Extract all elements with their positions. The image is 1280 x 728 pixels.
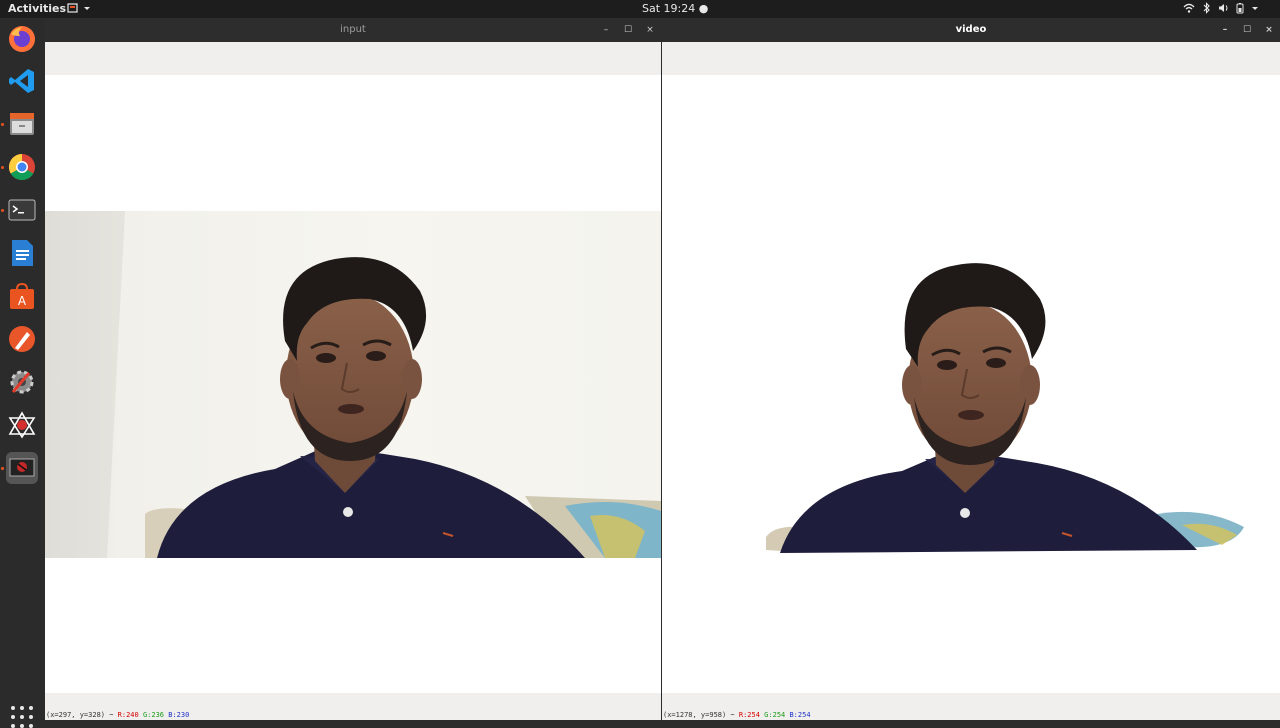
wifi-icon bbox=[1183, 3, 1195, 13]
clock[interactable]: Sat 19:24 ● bbox=[642, 2, 708, 15]
window-toolbar bbox=[45, 42, 661, 76]
running-indicator bbox=[1, 166, 4, 169]
firefox-icon bbox=[9, 26, 35, 52]
pixel-readout: (x=297, y=328) ~ R:240 G:236 B:230 bbox=[46, 711, 189, 719]
video-image-canvas[interactable] bbox=[662, 75, 1280, 693]
dock: A bbox=[0, 18, 45, 728]
chevron-down-icon bbox=[1252, 7, 1258, 10]
vscode-icon bbox=[9, 69, 34, 93]
pixel-readout: (x=1278, y=958) ~ R:254 G:254 B:254 bbox=[663, 711, 811, 719]
chrome-launcher[interactable] bbox=[6, 151, 38, 183]
minimize-button[interactable]: – bbox=[601, 18, 611, 42]
network-launcher[interactable] bbox=[6, 409, 38, 441]
blue-value: B:254 bbox=[789, 711, 811, 719]
cursor-coordinates: (x=297, y=328) ~ bbox=[46, 711, 114, 719]
camera-app-launcher[interactable] bbox=[6, 452, 38, 484]
terminal-icon bbox=[8, 199, 36, 221]
webcam-frame bbox=[45, 211, 661, 558]
running-indicator bbox=[1, 209, 4, 212]
show-applications-button[interactable] bbox=[11, 706, 33, 728]
inkscape-launcher[interactable] bbox=[6, 323, 38, 355]
writer-launcher[interactable] bbox=[6, 237, 38, 269]
window-toolbar bbox=[662, 42, 1280, 76]
battery-icon bbox=[1236, 3, 1244, 14]
person-photo bbox=[45, 211, 661, 558]
files-icon bbox=[10, 113, 34, 135]
system-tray[interactable] bbox=[1182, 2, 1272, 17]
blue-value: B:230 bbox=[168, 711, 190, 719]
window-title: video bbox=[955, 24, 987, 35]
tools-icon bbox=[10, 370, 34, 394]
video-window: video – ☐ × (x=1278, y=958) ~ R:254 G:25… bbox=[662, 18, 1280, 720]
terminal-launcher[interactable] bbox=[6, 194, 38, 226]
svg-text:A: A bbox=[18, 294, 27, 308]
cursor-coordinates: (x=1278, y=958) ~ bbox=[663, 711, 735, 719]
vscode-launcher[interactable] bbox=[6, 65, 38, 97]
software-icon: A bbox=[10, 282, 34, 309]
app-menu-button[interactable] bbox=[67, 2, 93, 17]
firefox-launcher[interactable] bbox=[6, 23, 38, 55]
green-value: G:236 bbox=[142, 711, 165, 719]
status-bar: (x=1278, y=958) ~ R:254 G:254 B:254 bbox=[662, 693, 1280, 720]
input-titlebar[interactable]: input – ☐ × bbox=[45, 18, 661, 42]
close-button[interactable]: × bbox=[1264, 18, 1274, 42]
volume-icon bbox=[1219, 4, 1228, 12]
input-image-canvas[interactable] bbox=[45, 75, 661, 693]
inkscape-icon bbox=[9, 326, 35, 352]
maximize-button[interactable]: ☐ bbox=[623, 18, 633, 42]
segmented-person-photo bbox=[766, 263, 1244, 553]
running-indicator bbox=[1, 467, 4, 470]
chrome-icon bbox=[8, 153, 35, 181]
video-titlebar[interactable]: video – ☐ × bbox=[662, 18, 1280, 42]
running-indicator bbox=[1, 123, 4, 126]
red-value: R:240 bbox=[117, 711, 139, 719]
writer-icon bbox=[12, 240, 33, 266]
bluetooth-icon bbox=[1203, 2, 1210, 14]
status-bar: (x=297, y=328) ~ R:240 G:236 B:230 bbox=[45, 693, 661, 720]
tools-launcher[interactable] bbox=[6, 366, 38, 398]
camera-app-icon bbox=[9, 458, 35, 477]
network-icon bbox=[8, 411, 36, 439]
app-window-icon bbox=[67, 3, 90, 13]
green-value: G:254 bbox=[764, 711, 786, 719]
maximize-button[interactable]: ☐ bbox=[1242, 18, 1252, 42]
files-launcher[interactable] bbox=[6, 108, 38, 140]
window-title: input bbox=[340, 24, 366, 35]
software-launcher[interactable]: A bbox=[6, 280, 38, 312]
minimize-button[interactable]: – bbox=[1220, 18, 1230, 42]
activities-button[interactable]: Activities bbox=[8, 2, 66, 15]
input-window: input – ☐ × (x=297, y=328) ~ R:240 G:236… bbox=[45, 18, 661, 720]
top-bar: Activities Sat 19:24 ● bbox=[0, 0, 1280, 18]
close-button[interactable]: × bbox=[645, 18, 655, 42]
red-value: R:254 bbox=[738, 711, 760, 719]
